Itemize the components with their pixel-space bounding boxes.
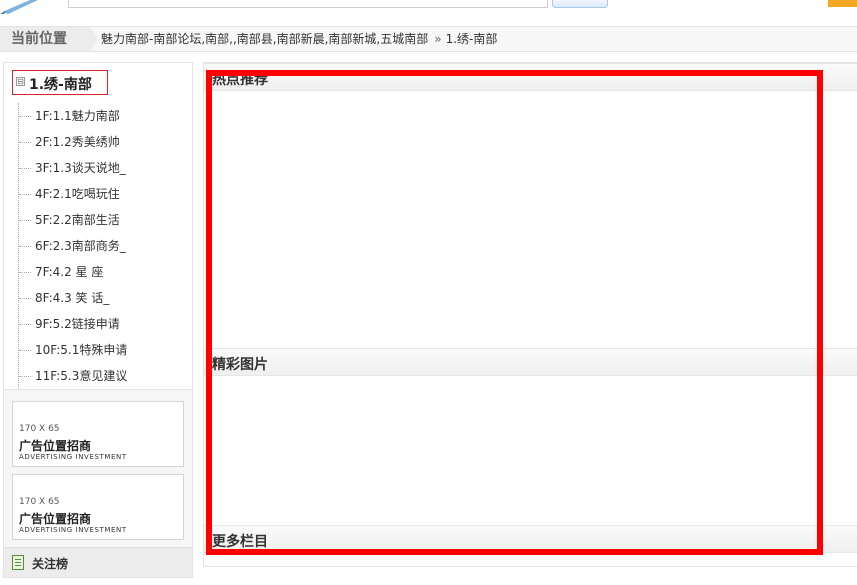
ad-size: 170 X 65: [19, 497, 60, 507]
search-input[interactable]: [68, 0, 548, 8]
tree-item[interactable]: 11F:5.3意见建议: [19, 363, 188, 389]
section-title: 热点推荐: [212, 72, 268, 88]
tree-item[interactable]: 6F:2.3南部商务_: [19, 233, 188, 259]
ad-title: 广告位置招商: [19, 439, 92, 453]
tree-item[interactable]: 4F:2.1吃喝玩住: [19, 181, 188, 207]
breadcrumb-title: 当前位置: [0, 27, 90, 51]
tree-item[interactable]: 7F:4.2 星 座: [19, 259, 188, 285]
tree-item[interactable]: 3F:1.3谈天说地_: [19, 155, 188, 181]
section-title: 精彩图片: [212, 357, 268, 373]
ad-zone: 170 X 65 广告位置招商 ADVERTISING INVESTMENT 1…: [4, 389, 192, 547]
section-header-hot: 热点推荐: [204, 63, 857, 91]
ad-banner[interactable]: 170 X 65 广告位置招商 ADVERTISING INVESTMENT: [12, 474, 184, 540]
breadcrumb-current: 1.绣-南部: [445, 32, 498, 46]
tree-item[interactable]: 8F:4.3 笑 话_: [19, 285, 188, 311]
focus-ranking-label: 关注榜: [32, 557, 69, 571]
focus-ranking-header[interactable]: 关注榜: [4, 547, 192, 577]
forum-tree: 1F:1.1魅力南部 2F:1.2秀美绣帅 3F:1.3谈天说地_ 4F:2.1…: [18, 103, 188, 389]
top-right-button[interactable]: [828, 0, 857, 7]
search-button[interactable]: [552, 0, 608, 8]
sidebar: ⊟ 1.绣-南部 1F:1.1魅力南部 2F:1.2秀美绣帅 3F:1.3谈天说…: [3, 62, 193, 578]
ad-subtitle: ADVERTISING INVESTMENT: [19, 453, 127, 461]
breadcrumb-path: 魅力南部-南部论坛,南部,,南部县,南部新晨,南部新城,五城南部 » 1.绣-南部: [101, 27, 497, 51]
breadcrumb: 当前位置 魅力南部-南部论坛,南部,,南部县,南部新晨,南部新城,五城南部 » 1.…: [0, 26, 857, 52]
section-header-pictures: 精彩图片: [204, 348, 857, 376]
forum-title[interactable]: 1.绣-南部: [29, 74, 92, 94]
section-title: 更多栏目: [212, 534, 268, 550]
breadcrumb-link-forum[interactable]: 魅力南部-南部论坛,南部,,南部县,南部新晨,南部新城,五城南部: [101, 32, 428, 46]
ad-size: 170 X 65: [19, 424, 60, 434]
top-bar: [0, 0, 857, 20]
section-header-more: 更多栏目: [204, 525, 857, 553]
logo-pen-icon: [0, 0, 38, 14]
ad-banner[interactable]: 170 X 65 广告位置招商 ADVERTISING INVESTMENT: [12, 401, 184, 467]
tree-item[interactable]: 9F:5.2链接申请: [19, 311, 188, 337]
main-content: 热点推荐 精彩图片 更多栏目: [203, 62, 857, 567]
forum-header[interactable]: ⊟ 1.绣-南部: [12, 70, 108, 95]
breadcrumb-arrow: [90, 27, 98, 51]
tree-item[interactable]: 5F:2.2南部生活: [19, 207, 188, 233]
breadcrumb-separator: »: [434, 32, 442, 46]
tree-item[interactable]: 1F:1.1魅力南部: [19, 103, 188, 129]
document-icon: [12, 555, 24, 570]
collapse-toggle-icon[interactable]: ⊟: [16, 77, 25, 86]
tree-item[interactable]: 2F:1.2秀美绣帅: [19, 129, 188, 155]
ad-title: 广告位置招商: [19, 512, 92, 526]
ad-subtitle: ADVERTISING INVESTMENT: [19, 526, 127, 534]
tree-item[interactable]: 10F:5.1特殊申请: [19, 337, 188, 363]
